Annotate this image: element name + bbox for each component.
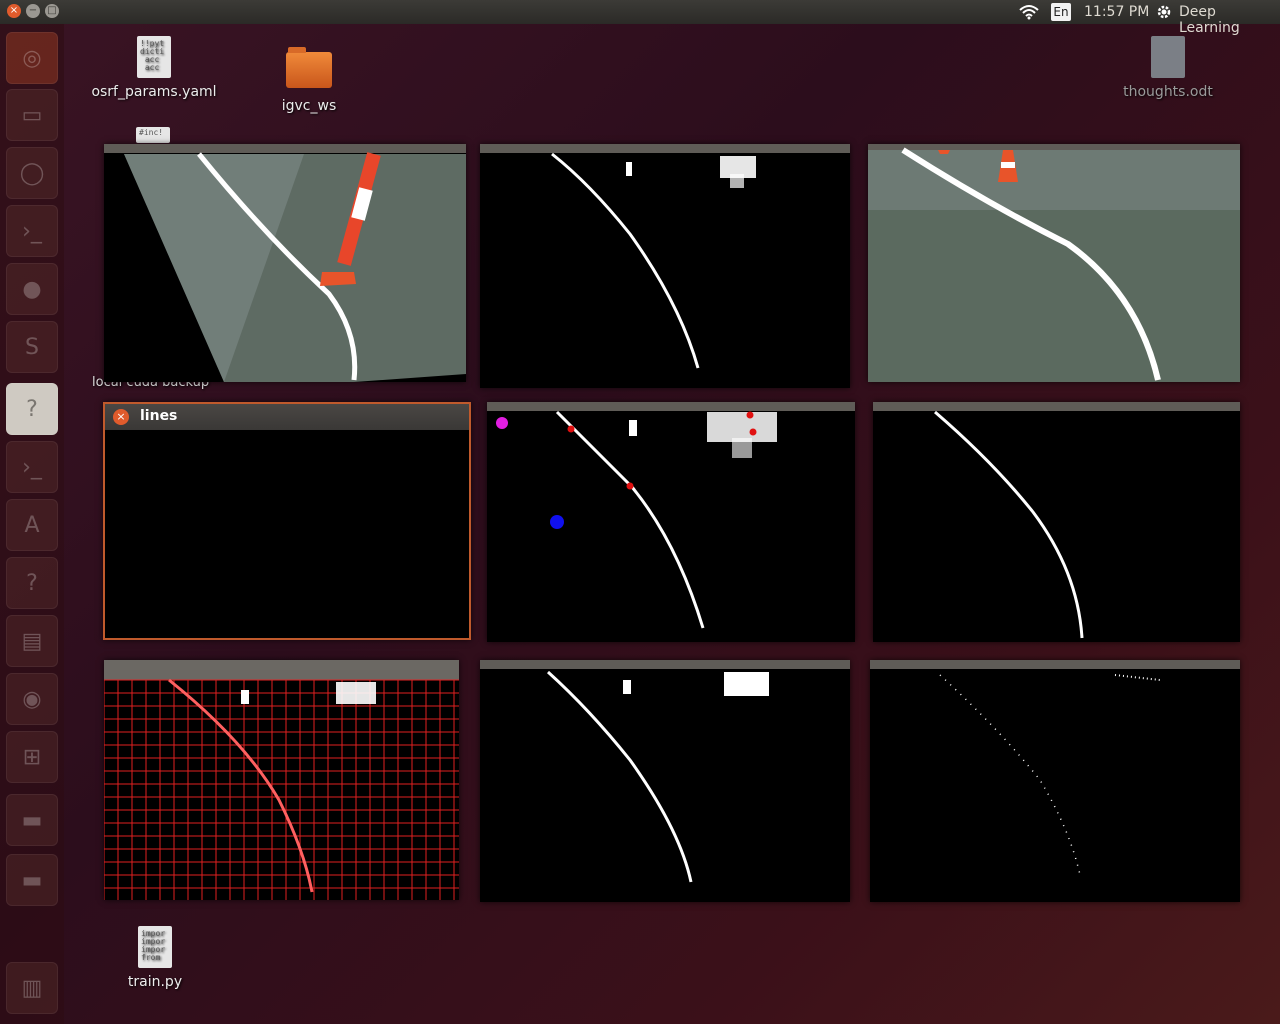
lines-window[interactable]: × lines: [103, 402, 471, 640]
document-icon: [1151, 36, 1185, 78]
launcher: ◎ ▭ ◯ ›_ ● S ? ›_ A ? ▤ ◉ ⊞ ▬ ▬ ▥: [0, 24, 64, 1024]
software-center-icon[interactable]: A: [6, 499, 58, 551]
top-panel: × − □ En 11:57 PM Deep Learning: [0, 0, 1280, 36]
window-maximize-button[interactable]: □: [45, 4, 59, 18]
mask-window-2[interactable]: [480, 660, 850, 902]
files-icon[interactable]: ▭: [6, 89, 58, 141]
sparse-mask-view: [939, 674, 1161, 876]
fitted-line-window[interactable]: [873, 402, 1240, 642]
grid-segmentation-window[interactable]: [104, 660, 459, 900]
workspace-switcher-icon[interactable]: ⊞: [6, 731, 58, 783]
unknown-app-icon-active[interactable]: ?: [6, 383, 58, 435]
fitted-line-view: [934, 410, 1084, 639]
partial-file-icon: #inc!: [136, 127, 170, 143]
trash-icon[interactable]: ▥: [6, 962, 58, 1014]
chromium-icon[interactable]: ◯: [6, 147, 58, 199]
screenshot-icon[interactable]: ◉: [6, 673, 58, 725]
window-minimize-button[interactable]: −: [26, 4, 40, 18]
desktop-file-thoughts[interactable]: thoughts.odt: [1120, 36, 1216, 100]
marker-red: [749, 428, 757, 436]
desktop-folder-igvc-ws[interactable]: igvc_ws: [266, 47, 352, 114]
marker-blue: [550, 515, 564, 529]
keyboard-layout-indicator[interactable]: En: [1051, 3, 1071, 21]
system-monitor-icon[interactable]: ▤: [6, 615, 58, 667]
gear-icon[interactable]: [1156, 4, 1172, 20]
desktop-file-label: train.py: [127, 974, 183, 990]
window-titlebar[interactable]: × lines: [105, 404, 469, 430]
session-user-label[interactable]: Deep Learning: [1179, 4, 1280, 36]
drive-icon[interactable]: ▬: [6, 794, 58, 846]
window-close-button[interactable]: ×: [7, 4, 21, 18]
desktop-file-label: osrf_params.yaml: [91, 84, 217, 100]
marker-red: [626, 482, 634, 490]
binary-mask-view-2: [546, 670, 769, 883]
marker-magenta: [496, 417, 508, 429]
raw-camera-window[interactable]: [868, 144, 1240, 382]
ubuntu-dash-icon[interactable]: ◎: [6, 32, 58, 84]
drive-icon-2[interactable]: ▬: [6, 854, 58, 906]
sparse-mask-window[interactable]: [870, 660, 1240, 902]
text-file-icon: !!pyt dicti acc acc: [137, 36, 171, 78]
close-icon[interactable]: ×: [113, 409, 129, 425]
desktop-file-train-py[interactable]: impor impor impor from train.py: [112, 926, 198, 990]
desktop-folder-label: igvc_ws: [281, 98, 337, 114]
folder-icon: [286, 47, 332, 88]
binary-mask-view-1: [551, 152, 756, 369]
detection-points-view: [496, 410, 777, 629]
raw-camera-view: [868, 147, 1240, 382]
python-file-icon: impor impor impor from: [138, 926, 172, 968]
clock[interactable]: 11:57 PM: [1084, 4, 1149, 20]
detection-window[interactable]: [487, 402, 855, 642]
terminal-icon-2[interactable]: ›_: [6, 441, 58, 493]
grid-segmentation-view: [104, 678, 459, 900]
desktop-file-label: thoughts.odt: [1123, 84, 1213, 100]
mask-window-1[interactable]: [480, 144, 850, 388]
wifi-icon[interactable]: [1018, 4, 1040, 20]
window-title: lines: [140, 408, 178, 424]
warped-camera-view: [124, 152, 466, 382]
sublime-text-icon[interactable]: S: [6, 321, 58, 373]
marker-red: [746, 411, 754, 419]
warped-camera-window[interactable]: [104, 144, 466, 382]
desktop-file-osrf-params[interactable]: !!pyt dicti acc acc osrf_params.yaml: [90, 36, 218, 100]
marker-red: [567, 425, 575, 433]
unknown-app-icon[interactable]: ?: [6, 557, 58, 609]
terminal-icon[interactable]: ›_: [6, 205, 58, 257]
firefox-icon[interactable]: ●: [6, 263, 58, 315]
